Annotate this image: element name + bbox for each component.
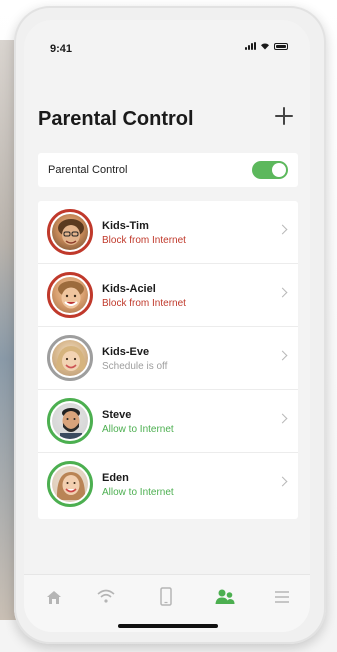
kid-aciel-photo-icon — [58, 281, 84, 309]
status-time: 9:41 — [50, 43, 73, 55]
home-icon — [47, 591, 61, 604]
avatar — [47, 272, 93, 318]
profile-item-steve[interactable]: Steve Allow to Internet — [38, 390, 298, 453]
switch-knob — [272, 163, 286, 177]
wifi-icon — [97, 589, 115, 603]
profile-status: Block from Internet — [102, 298, 186, 309]
battery-icon — [274, 43, 288, 50]
tab-home[interactable] — [34, 583, 74, 611]
home-indicator — [118, 624, 218, 628]
profile-list: Kids-Tim Block from Internet Kids-Aciel … — [38, 201, 298, 519]
profile-status: Allow to Internet — [102, 487, 174, 498]
eden-photo-icon — [56, 472, 86, 500]
signal-icon — [245, 42, 256, 50]
tab-devices[interactable] — [146, 583, 186, 611]
people-icon — [215, 589, 235, 604]
profile-item-kids-aciel[interactable]: Kids-Aciel Block from Internet — [38, 264, 298, 327]
chevron-right-icon — [277, 287, 288, 298]
wifi-status-icon — [260, 42, 270, 50]
status-bar: 9:41 — [24, 20, 310, 72]
tab-menu[interactable] — [262, 583, 302, 611]
profile-status: Schedule is off — [102, 361, 168, 372]
profile-name: Kids-Tim — [102, 220, 149, 232]
parental-control-label: Parental Control — [48, 164, 128, 176]
profile-item-eden[interactable]: Eden Allow to Internet — [38, 453, 298, 516]
profile-status: Allow to Internet — [102, 424, 174, 435]
profile-name: Kids-Aciel — [102, 283, 156, 295]
profile-name: Kids-Eve — [102, 346, 150, 358]
parental-control-switch[interactable] — [252, 161, 288, 179]
steve-photo-icon — [60, 408, 82, 439]
menu-icon — [275, 591, 289, 603]
chevron-right-icon — [277, 224, 288, 235]
avatar — [47, 398, 93, 444]
kid-eve-photo-icon — [56, 346, 86, 371]
profile-name: Steve — [102, 409, 132, 421]
phone-device-icon — [160, 587, 172, 606]
tab-wifi[interactable] — [86, 583, 126, 611]
chevron-right-icon — [277, 413, 288, 424]
parental-control-toggle-row: Parental Control — [38, 153, 298, 187]
add-profile-button[interactable] — [272, 104, 296, 128]
profile-item-kids-tim[interactable]: Kids-Tim Block from Internet — [38, 201, 298, 264]
page-title: Parental Control — [38, 108, 194, 130]
tab-people[interactable] — [205, 583, 245, 611]
title-row: Parental Control — [38, 107, 296, 140]
profile-status: Block from Internet — [102, 235, 186, 246]
avatar — [47, 209, 93, 255]
app-screen: 9:41 Parental Control Parental Control K… — [24, 20, 310, 632]
chevron-right-icon — [277, 350, 288, 361]
status-icons — [245, 42, 288, 50]
profile-item-kids-eve[interactable]: Kids-Eve Schedule is off — [38, 327, 298, 390]
chevron-right-icon — [277, 476, 288, 487]
avatar — [47, 335, 93, 381]
avatar — [47, 461, 93, 507]
kid-tim-photo-icon — [58, 219, 84, 245]
profile-name: Eden — [102, 472, 129, 484]
